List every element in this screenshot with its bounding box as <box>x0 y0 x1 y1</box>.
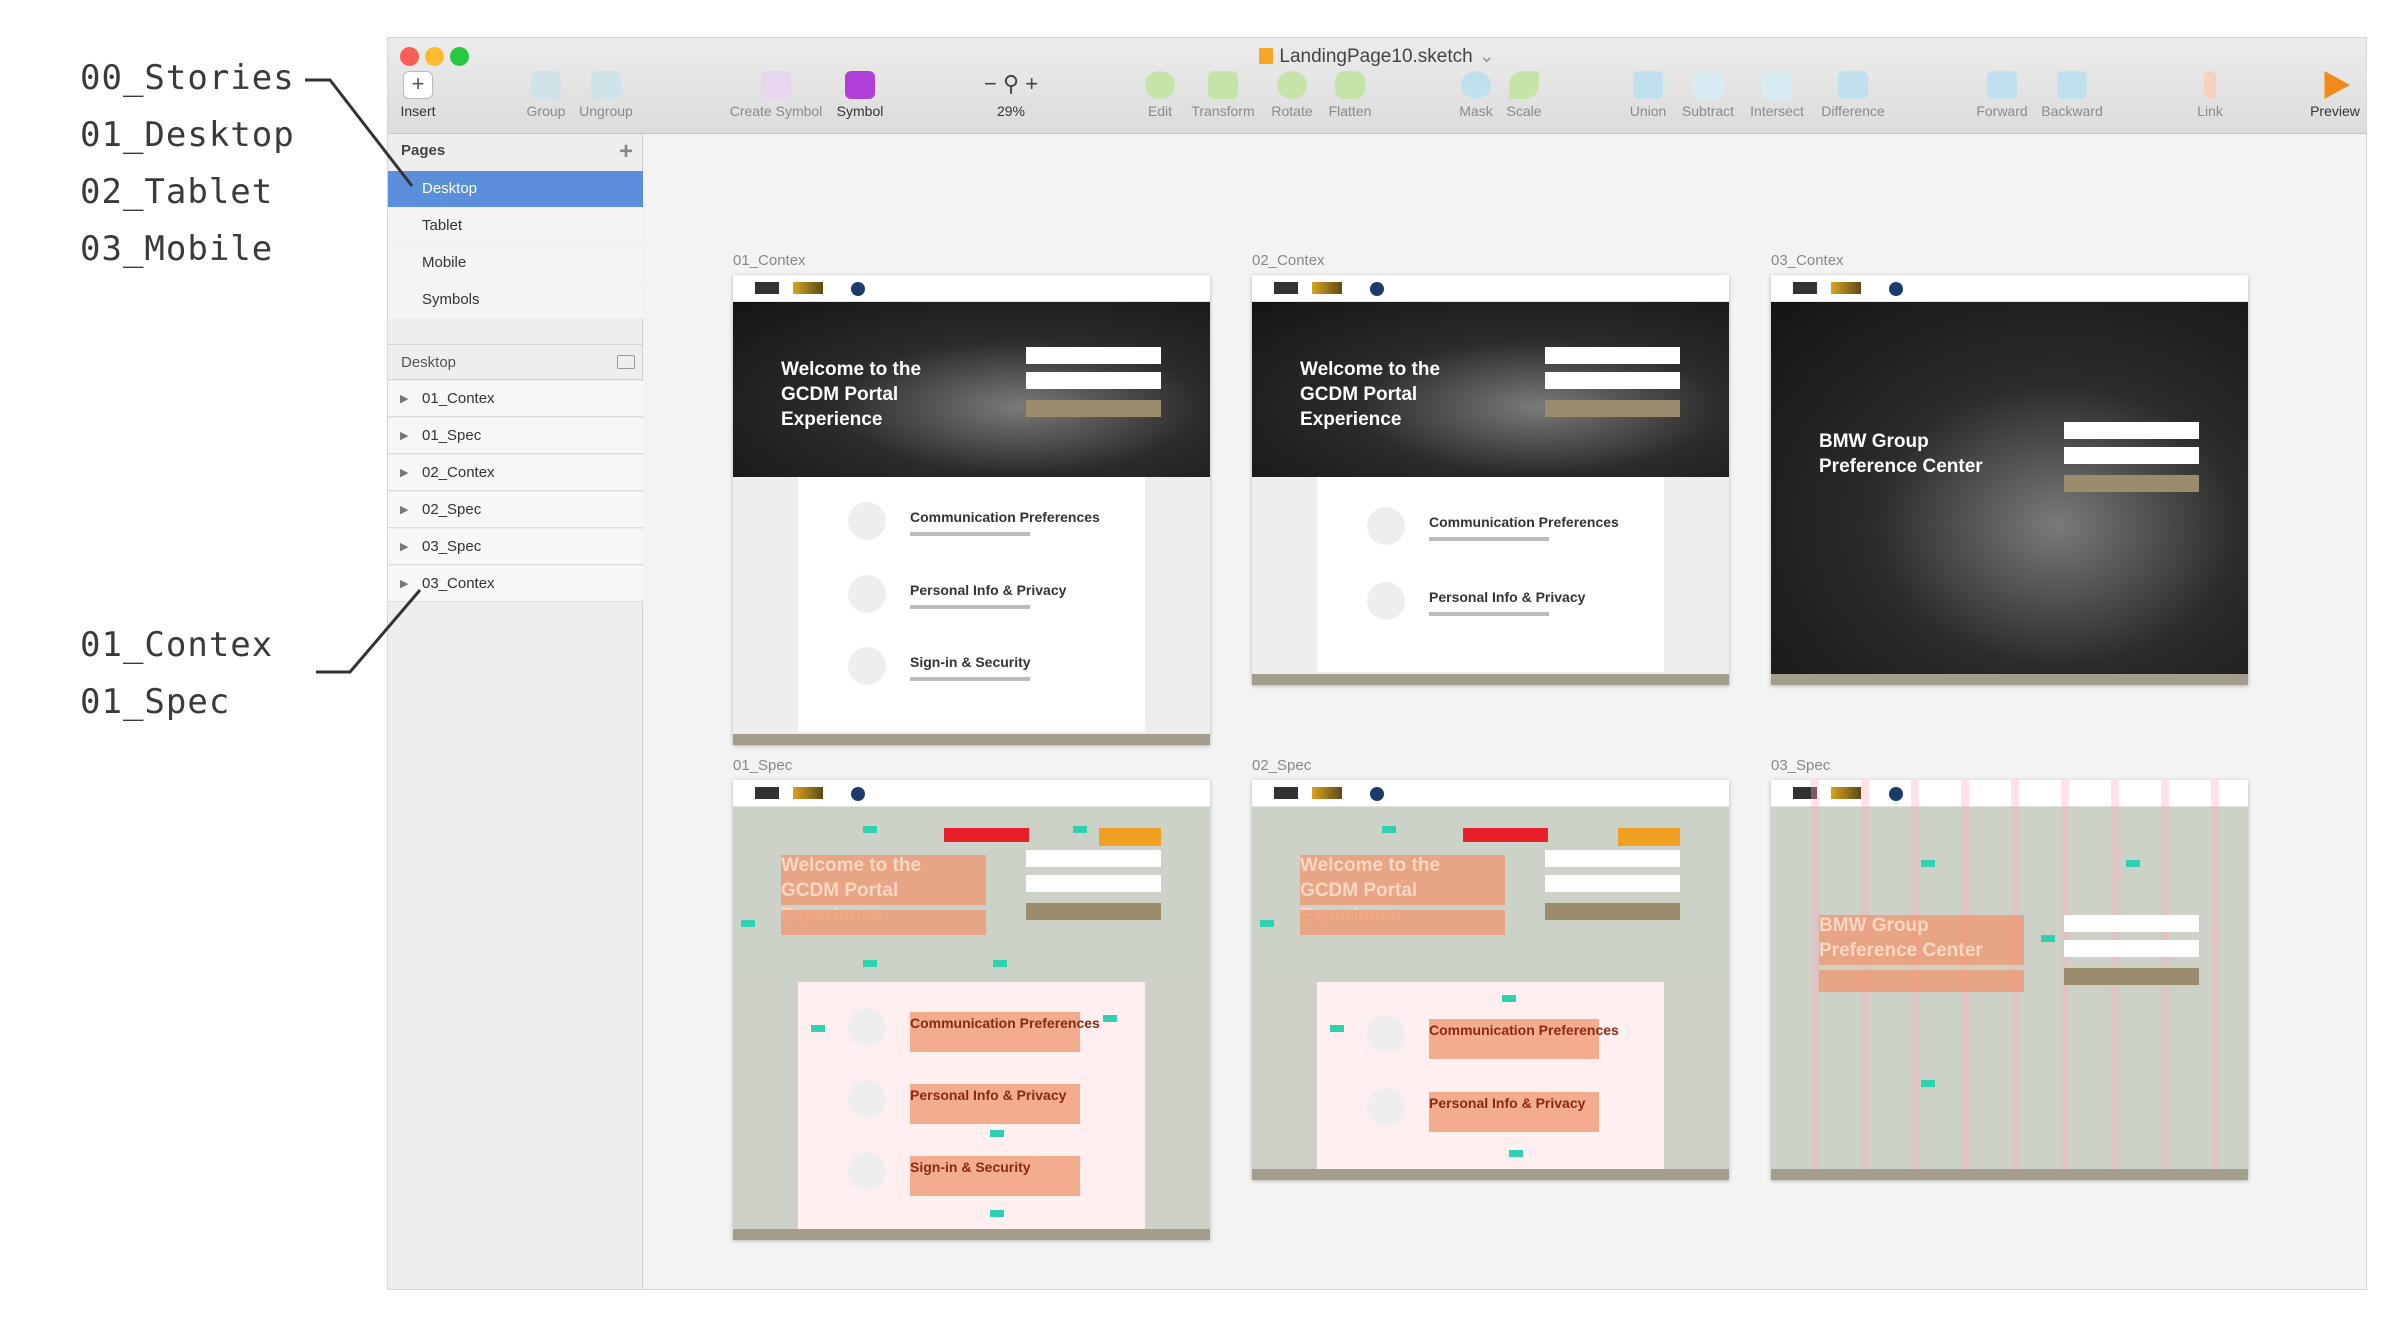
screenshot-root: 00_Stories 01_Desktop 02_Tablet 03_Mobil… <box>0 0 2404 1320</box>
annotation-connectors <box>305 78 422 674</box>
layers-connector <box>316 589 422 674</box>
stories-connector <box>305 78 414 187</box>
